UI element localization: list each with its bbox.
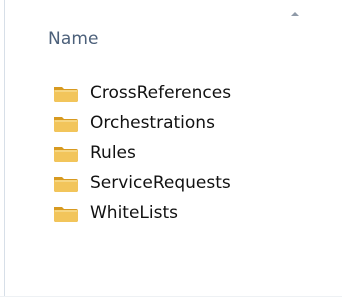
- sort-ascending-icon: [291, 12, 299, 16]
- folder-label: ServiceRequests: [90, 173, 231, 193]
- folder-item-rules[interactable]: Rules: [44, 138, 294, 168]
- name-column-header[interactable]: Name: [36, 12, 336, 50]
- folder-icon: [52, 83, 80, 103]
- folder-item-orchestrations[interactable]: Orchestrations: [44, 108, 294, 138]
- folder-label: Rules: [90, 143, 136, 163]
- folder-icon: [52, 143, 80, 163]
- folder-label: CrossReferences: [90, 83, 232, 103]
- folder-item-servicerequests[interactable]: ServiceRequests: [44, 168, 294, 198]
- folder-label: Orchestrations: [90, 113, 215, 133]
- folder-item-crossreferences[interactable]: CrossReferences: [44, 78, 294, 108]
- folder-icon: [52, 113, 80, 133]
- folder-item-whitelists[interactable]: WhiteLists: [44, 198, 294, 228]
- folder-label: WhiteLists: [90, 203, 179, 223]
- folder-icon: [52, 203, 80, 223]
- folder-list: CrossReferences Orchestrations Rules Ser…: [44, 78, 294, 228]
- name-column-header-label: Name: [48, 29, 99, 49]
- file-list-window: Name CrossReferences Orchestrations Rule…: [0, 0, 342, 297]
- folder-icon: [52, 173, 80, 193]
- window-left-border: [4, 0, 5, 297]
